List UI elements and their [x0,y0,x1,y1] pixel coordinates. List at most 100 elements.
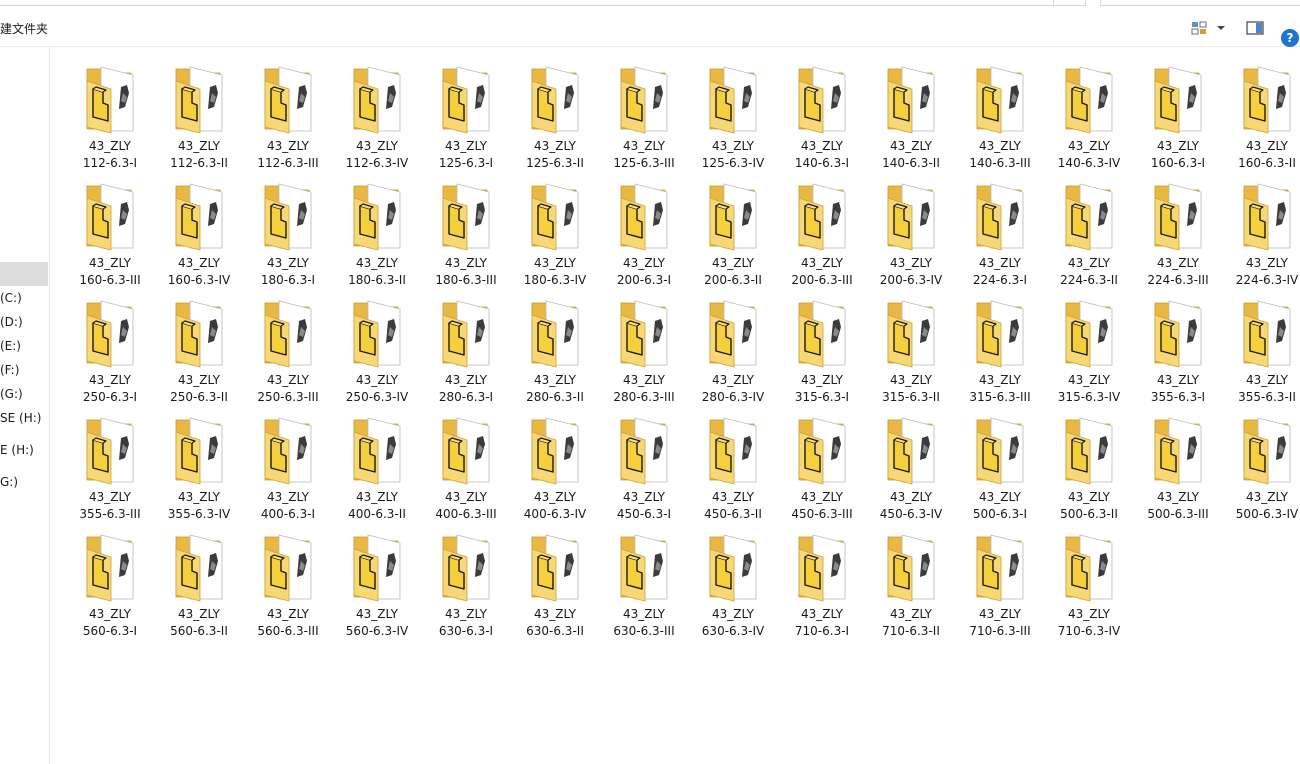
preview-pane-icon[interactable] [1244,18,1266,38]
folder-item[interactable]: 43_ZLY 450-6.3-II [690,406,776,521]
folder-item[interactable]: 43_ZLY 315-6.3-I [779,289,865,404]
folder-item[interactable]: 43_ZLY 224-6.3-IV [1224,172,1300,287]
address-bar[interactable] [0,0,1086,6]
nav-item-drive-h-2[interactable]: E (H:) [0,442,48,458]
folder-item[interactable]: 43_ZLY 450-6.3-III [779,406,865,521]
folder-item[interactable]: 43_ZLY 280-6.3-IV [690,289,776,404]
folder-item[interactable]: 43_ZLY 200-6.3-IV [868,172,954,287]
folder-item[interactable]: 43_ZLY 125-6.3-IV [690,55,776,170]
nav-item-drive-c[interactable]: (C:) [0,290,48,306]
folder-item[interactable]: 43_ZLY 355-6.3-I [1135,289,1221,404]
nav-selected-item[interactable] [0,262,48,286]
folder-item[interactable]: 43_ZLY 710-6.3-IV [1046,523,1132,638]
folder-name-line2: 180-6.3-II [348,273,406,287]
folder-item[interactable]: 43_ZLY 500-6.3-III [1135,406,1221,521]
folder-item[interactable]: 43_ZLY 315-6.3-III [957,289,1043,404]
folder-item[interactable]: 43_ZLY 630-6.3-IV [690,523,776,638]
folder-item[interactable]: 43_ZLY 400-6.3-IV [512,406,598,521]
folder-item[interactable]: 43_ZLY 160-6.3-II [1224,55,1300,170]
folder-item[interactable]: 43_ZLY 400-6.3-II [334,406,420,521]
nav-item-drive-g[interactable]: (G:) [0,386,48,402]
folder-item[interactable]: 43_ZLY 224-6.3-III [1135,172,1221,287]
folder-item[interactable]: 43_ZLY 140-6.3-II [868,55,954,170]
nav-item-drive-d[interactable]: (D:) [0,314,48,330]
folder-item[interactable]: 43_ZLY 500-6.3-II [1046,406,1132,521]
folder-item[interactable]: 43_ZLY 630-6.3-II [512,523,598,638]
folder-item[interactable]: 43_ZLY 560-6.3-II [156,523,242,638]
folder-item[interactable]: 43_ZLY 560-6.3-III [245,523,331,638]
folder-item[interactable]: 43_ZLY 224-6.3-I [957,172,1043,287]
folder-item[interactable]: 43_ZLY 450-6.3-I [601,406,687,521]
folder-item[interactable]: 43_ZLY 315-6.3-IV [1046,289,1132,404]
folder-item[interactable]: 43_ZLY 400-6.3-III [423,406,509,521]
folder-item[interactable]: 43_ZLY 200-6.3-I [601,172,687,287]
folder-item[interactable]: 43_ZLY 400-6.3-I [245,406,331,521]
folder-item[interactable]: 43_ZLY 630-6.3-III [601,523,687,638]
folder-item[interactable]: 43_ZLY 250-6.3-II [156,289,242,404]
folder-item[interactable]: 43_ZLY 125-6.3-II [512,55,598,170]
folder-item[interactable]: 43_ZLY 180-6.3-II [334,172,420,287]
folder-item[interactable]: 43_ZLY 710-6.3-II [868,523,954,638]
folder-item[interactable]: 43_ZLY 200-6.3-II [690,172,776,287]
folder-item[interactable]: 43_ZLY 710-6.3-III [957,523,1043,638]
folder-name-line1: 43_ZLY [1157,256,1199,270]
nav-item-drive-f[interactable]: (F:) [0,362,48,378]
folder-item[interactable]: 43_ZLY 112-6.3-IV [334,55,420,170]
folder-item[interactable]: 43_ZLY 160-6.3-III [67,172,153,289]
folder-item[interactable]: 43_ZLY 315-6.3-II [868,289,954,404]
folder-item[interactable]: 43_ZLY 180-6.3-IV [512,172,598,287]
folder-item[interactable]: 43_ZLY 180-6.3-III [423,172,509,287]
nav-item-drive-h[interactable]: SE (H:) [0,410,48,426]
folder-item[interactable]: 43_ZLY 140-6.3-IV [1046,55,1132,170]
folder-name-line2: 500-6.3-I [972,507,1028,521]
folder-item[interactable]: 43_ZLY 250-6.3-III [245,289,331,404]
folder-item[interactable]: 43_ZLY 140-6.3-III [957,55,1043,170]
folder-item[interactable]: 43_ZLY 112-6.3-II [156,55,242,170]
folder-name-line2: 355-6.3-II [1238,390,1296,404]
folder-name: 43_ZLY 180-6.3-I [245,255,331,289]
folder-with-document-icon [887,183,935,251]
folder-item[interactable]: 43_ZLY 200-6.3-III [779,172,865,287]
folder-item[interactable]: 43_ZLY 250-6.3-I [67,289,153,404]
folder-item[interactable]: 43_ZLY 450-6.3-IV [868,406,954,521]
folder-name-line1: 43_ZLY [89,607,131,621]
folder-item[interactable]: 43_ZLY 560-6.3-I [67,523,153,638]
folder-item[interactable]: 43_ZLY 112-6.3-III [245,55,331,170]
folder-name-line1: 43_ZLY [712,490,754,504]
folder-item[interactable]: 43_ZLY 280-6.3-II [512,289,598,404]
folder-item[interactable]: 43_ZLY 500-6.3-I [957,406,1043,521]
nav-item-drive-e[interactable]: (E:) [0,338,48,354]
nav-item-drive-g-2[interactable]: G:) [0,474,48,490]
folder-item[interactable]: 43_ZLY 140-6.3-I [779,55,865,170]
folder-item[interactable]: 43_ZLY 500-6.3-IV [1224,406,1300,521]
folder-name-line1: 43_ZLY [445,490,487,504]
folder-name: 43_ZLY 160-6.3-III [67,255,153,289]
folder-item[interactable]: 43_ZLY 280-6.3-III [601,289,687,404]
folder-item[interactable]: 43_ZLY 112-6.3-I [67,55,153,170]
folder-item[interactable]: 43_ZLY 160-6.3-I [1135,55,1221,170]
folder-item[interactable]: 43_ZLY 125-6.3-III [601,55,687,170]
folder-with-document-icon [887,66,935,134]
new-folder-button[interactable]: 建文件夹 [0,21,48,37]
folder-item[interactable]: 43_ZLY 630-6.3-I [423,523,509,638]
folder-item[interactable]: 43_ZLY 560-6.3-IV [334,523,420,638]
change-view-icon[interactable] [1190,18,1210,38]
folder-name: 43_ZLY 355-6.3-III [67,489,153,523]
folder-item[interactable]: 43_ZLY 355-6.3-III [67,406,153,523]
folder-item[interactable]: 43_ZLY 280-6.3-I [423,289,509,404]
search-box[interactable] [1100,0,1300,6]
folder-item[interactable]: 43_ZLY 180-6.3-I [245,172,331,289]
folder-item[interactable]: 43_ZLY 125-6.3-I [423,55,509,170]
folder-item[interactable]: 43_ZLY 355-6.3-II [1224,289,1300,404]
help-button[interactable]: ? [1281,29,1299,47]
folder-name-line1: 43_ZLY [801,256,843,270]
folder-name-line1: 43_ZLY [712,139,754,153]
folder-item[interactable]: 43_ZLY 160-6.3-IV [156,172,242,287]
folder-name-line1: 43_ZLY [267,139,309,153]
chevron-down-icon[interactable] [1214,18,1228,38]
folder-item[interactable]: 43_ZLY 224-6.3-II [1046,172,1132,287]
folder-item[interactable]: 43_ZLY 710-6.3-I [779,523,865,638]
folder-name-line1: 43_ZLY [178,490,220,504]
folder-item[interactable]: 43_ZLY 355-6.3-IV [156,406,242,521]
folder-item[interactable]: 43_ZLY 250-6.3-IV [334,289,420,404]
